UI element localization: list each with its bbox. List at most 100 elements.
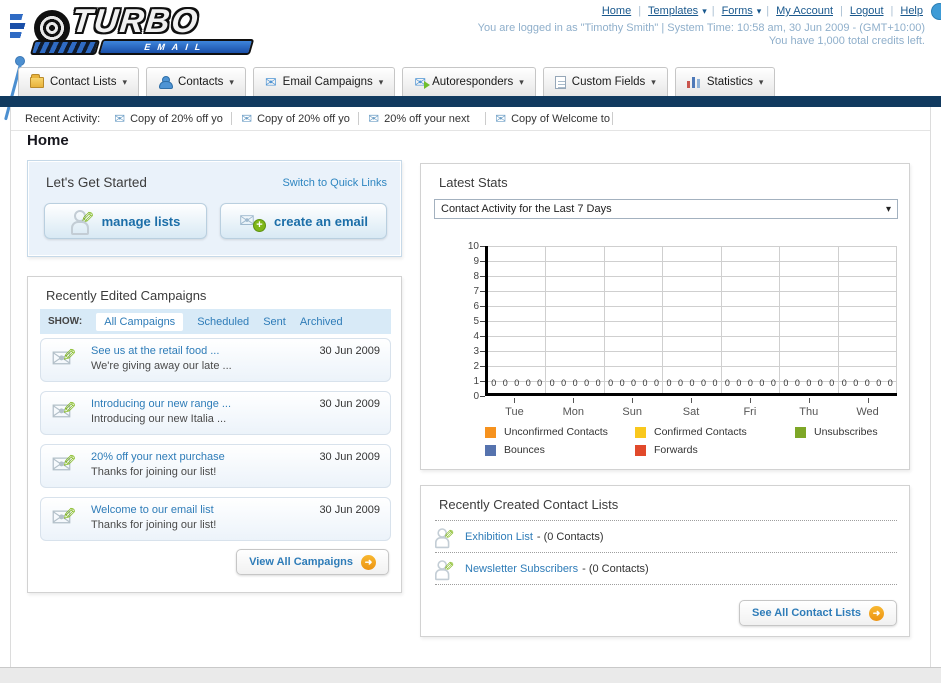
- manage-lists-button[interactable]: ✎ manage lists: [44, 203, 207, 239]
- stats-report-dropdown[interactable]: Contact Activity for the Last 7 Days ▾: [434, 199, 898, 219]
- x-axis-label: Fri: [720, 398, 779, 418]
- chevron-down-icon: ▾: [702, 6, 707, 16]
- person-pencil-icon: ✎: [435, 559, 454, 580]
- top-nav-link-home[interactable]: Home: [602, 5, 631, 17]
- filter-archived[interactable]: Archived: [300, 316, 343, 328]
- page-title: Home: [27, 132, 69, 149]
- chart-value-label: 0: [747, 378, 753, 388]
- chart-value-label: 0: [841, 378, 847, 388]
- top-nav-link-templates[interactable]: Templates: [648, 5, 698, 17]
- tab-email-campaigns[interactable]: ✉ Email Campaigns ▾: [252, 67, 396, 96]
- filter-sent[interactable]: Sent: [263, 316, 286, 328]
- contact-list-link[interactable]: Exhibition List: [465, 531, 533, 543]
- top-nav-link-my-account[interactable]: My Account: [776, 5, 833, 17]
- latest-stats-panel: Latest Stats Contact Activity for the La…: [420, 163, 910, 470]
- recent-activity-item[interactable]: ✉ Copy of 20% off yo: [241, 112, 360, 125]
- envelope-plus-icon: ✉ +: [239, 212, 267, 232]
- chart-day-group: 00000: [839, 246, 897, 393]
- top-nav-link-help[interactable]: Help: [900, 5, 923, 17]
- campaign-title-link[interactable]: See us at the retail food ...: [91, 345, 219, 357]
- chart-value-label: 0: [677, 378, 683, 388]
- tab-label: Contacts: [178, 76, 224, 88]
- campaign-title-link[interactable]: Welcome to our email list: [91, 504, 214, 516]
- view-all-campaigns-label: View All Campaigns: [249, 556, 353, 568]
- chevron-down-icon: ▾: [885, 203, 891, 215]
- campaign-date: 30 Jun 2009: [319, 451, 380, 463]
- chart-day-group: 00000: [722, 246, 781, 393]
- campaigns-panel-title: Recently Edited Campaigns: [46, 288, 207, 303]
- see-all-contact-lists-button[interactable]: See All Contact Lists ➜: [738, 600, 897, 626]
- chart-value-label: 0: [829, 378, 835, 388]
- recent-activity-item-label: Copy of 20% off yo: [130, 112, 223, 125]
- filter-all-campaigns[interactable]: All Campaigns: [96, 312, 184, 331]
- get-started-title: Let's Get Started: [46, 175, 147, 190]
- x-axis-label: Mon: [544, 398, 603, 418]
- chevron-down-icon: ▾: [378, 76, 384, 87]
- x-axis-label: Wed: [838, 398, 897, 418]
- contact-list-item[interactable]: ✎ Newsletter Subscribers - (0 Contacts): [435, 552, 897, 584]
- get-started-panel: Let's Get Started Switch to Quick Links …: [27, 160, 402, 257]
- chart-day-group: 00000: [780, 246, 839, 393]
- y-axis-tick: [480, 381, 485, 382]
- y-axis-label: 4: [473, 331, 479, 342]
- legend-item: Unconfirmed Contacts: [485, 426, 635, 438]
- y-axis-label: 10: [467, 241, 479, 252]
- chart-value-label: 0: [608, 378, 614, 388]
- help-bubble-icon[interactable]: [931, 3, 941, 20]
- tab-statistics[interactable]: Statistics ▾: [674, 67, 776, 96]
- page: TURBO EMAIL Home | Templates ▾ | Forms ▾ | My Ac…: [0, 0, 941, 683]
- campaign-item[interactable]: ✉ ✎ 20% off your next purchase Thanks for j…: [40, 444, 391, 488]
- y-axis-tick: [480, 351, 485, 352]
- campaign-subtitle: We're giving away our late ...: [91, 360, 232, 372]
- arrow-icon: ➜: [869, 605, 884, 621]
- see-all-contact-lists-label: See All Contact Lists: [751, 607, 861, 619]
- chart-value-label: 0: [876, 378, 882, 388]
- recent-activity-item[interactable]: ✉ Copy of Welcome to: [495, 112, 614, 125]
- pencil-icon: ✎: [62, 452, 77, 471]
- legend-swatch: [635, 426, 646, 438]
- chevron-down-icon: ▾: [229, 76, 234, 87]
- nav-divider-bar: [0, 96, 941, 107]
- tab-autoresponders[interactable]: ✉ Autoresponders ▾: [402, 67, 536, 96]
- chart-value-label: 0: [724, 378, 730, 388]
- stats-dropdown-value: Contact Activity for the Last 7 Days: [441, 203, 612, 215]
- chart-value-label: 0: [584, 378, 590, 388]
- campaign-item[interactable]: ✉ ✎ Welcome to our email list Thanks for jo…: [40, 497, 391, 541]
- legend-swatch: [485, 426, 496, 438]
- x-axis-label: Tue: [485, 398, 544, 418]
- pencil-icon: ✎: [80, 209, 95, 228]
- envelope-icon: ✉: [368, 112, 380, 125]
- chart-legend: Unconfirmed Contacts Confirmed Contacts Un…: [485, 426, 878, 456]
- tab-contacts[interactable]: Contacts ▾: [146, 67, 246, 96]
- campaign-title-link[interactable]: 20% off your next purchase: [91, 451, 225, 463]
- campaign-title-link[interactable]: Introducing our new range ...: [91, 398, 231, 410]
- switch-quick-links-link[interactable]: Switch to Quick Links: [282, 177, 387, 189]
- contact-list-item[interactable]: ✎ Exhibition List - (0 Contacts): [435, 520, 897, 552]
- tab-custom-fields[interactable]: Custom Fields ▾: [542, 67, 668, 96]
- campaign-date: 30 Jun 2009: [319, 504, 380, 516]
- doc-icon: [554, 75, 566, 89]
- recent-activity-item[interactable]: ✉ Copy of 20% off yo: [114, 112, 233, 125]
- top-nav-link-logout[interactable]: Logout: [850, 5, 884, 17]
- view-all-campaigns-button[interactable]: View All Campaigns ➜: [236, 549, 389, 575]
- chart-value-label: 0: [794, 378, 800, 388]
- campaign-item[interactable]: ✉ ✎ See us at the retail food ... We're giv…: [40, 338, 391, 382]
- pencil-icon: ✎: [62, 505, 77, 524]
- contact-list-link[interactable]: Newsletter Subscribers: [465, 563, 578, 575]
- top-nav-link-forms[interactable]: Forms: [722, 5, 753, 17]
- legend-swatch: [635, 444, 646, 456]
- recent-activity-item[interactable]: ✉ 20% off your next: [368, 112, 487, 125]
- legend-swatch: [485, 444, 496, 456]
- contact-lists: ✎ Exhibition List - (0 Contacts) ✎ Newslette…: [435, 520, 897, 585]
- envelope-icon: ✉: [241, 112, 253, 125]
- chart-day-group: 00000: [605, 246, 664, 393]
- tab-contact-lists[interactable]: Contact Lists ▾: [18, 67, 140, 96]
- recent-activity-item-label: Copy of Welcome to: [511, 112, 610, 125]
- chart-value-label: 0: [561, 378, 567, 388]
- filter-scheduled[interactable]: Scheduled: [197, 316, 249, 328]
- chart-value-label: 0: [654, 378, 660, 388]
- create-email-button[interactable]: ✉ + create an email: [220, 203, 387, 239]
- campaign-item[interactable]: ✉ ✎ Introducing our new range ... Introduci…: [40, 391, 391, 435]
- pencil-icon: ✎: [442, 526, 455, 543]
- y-axis-label: 1: [473, 376, 479, 387]
